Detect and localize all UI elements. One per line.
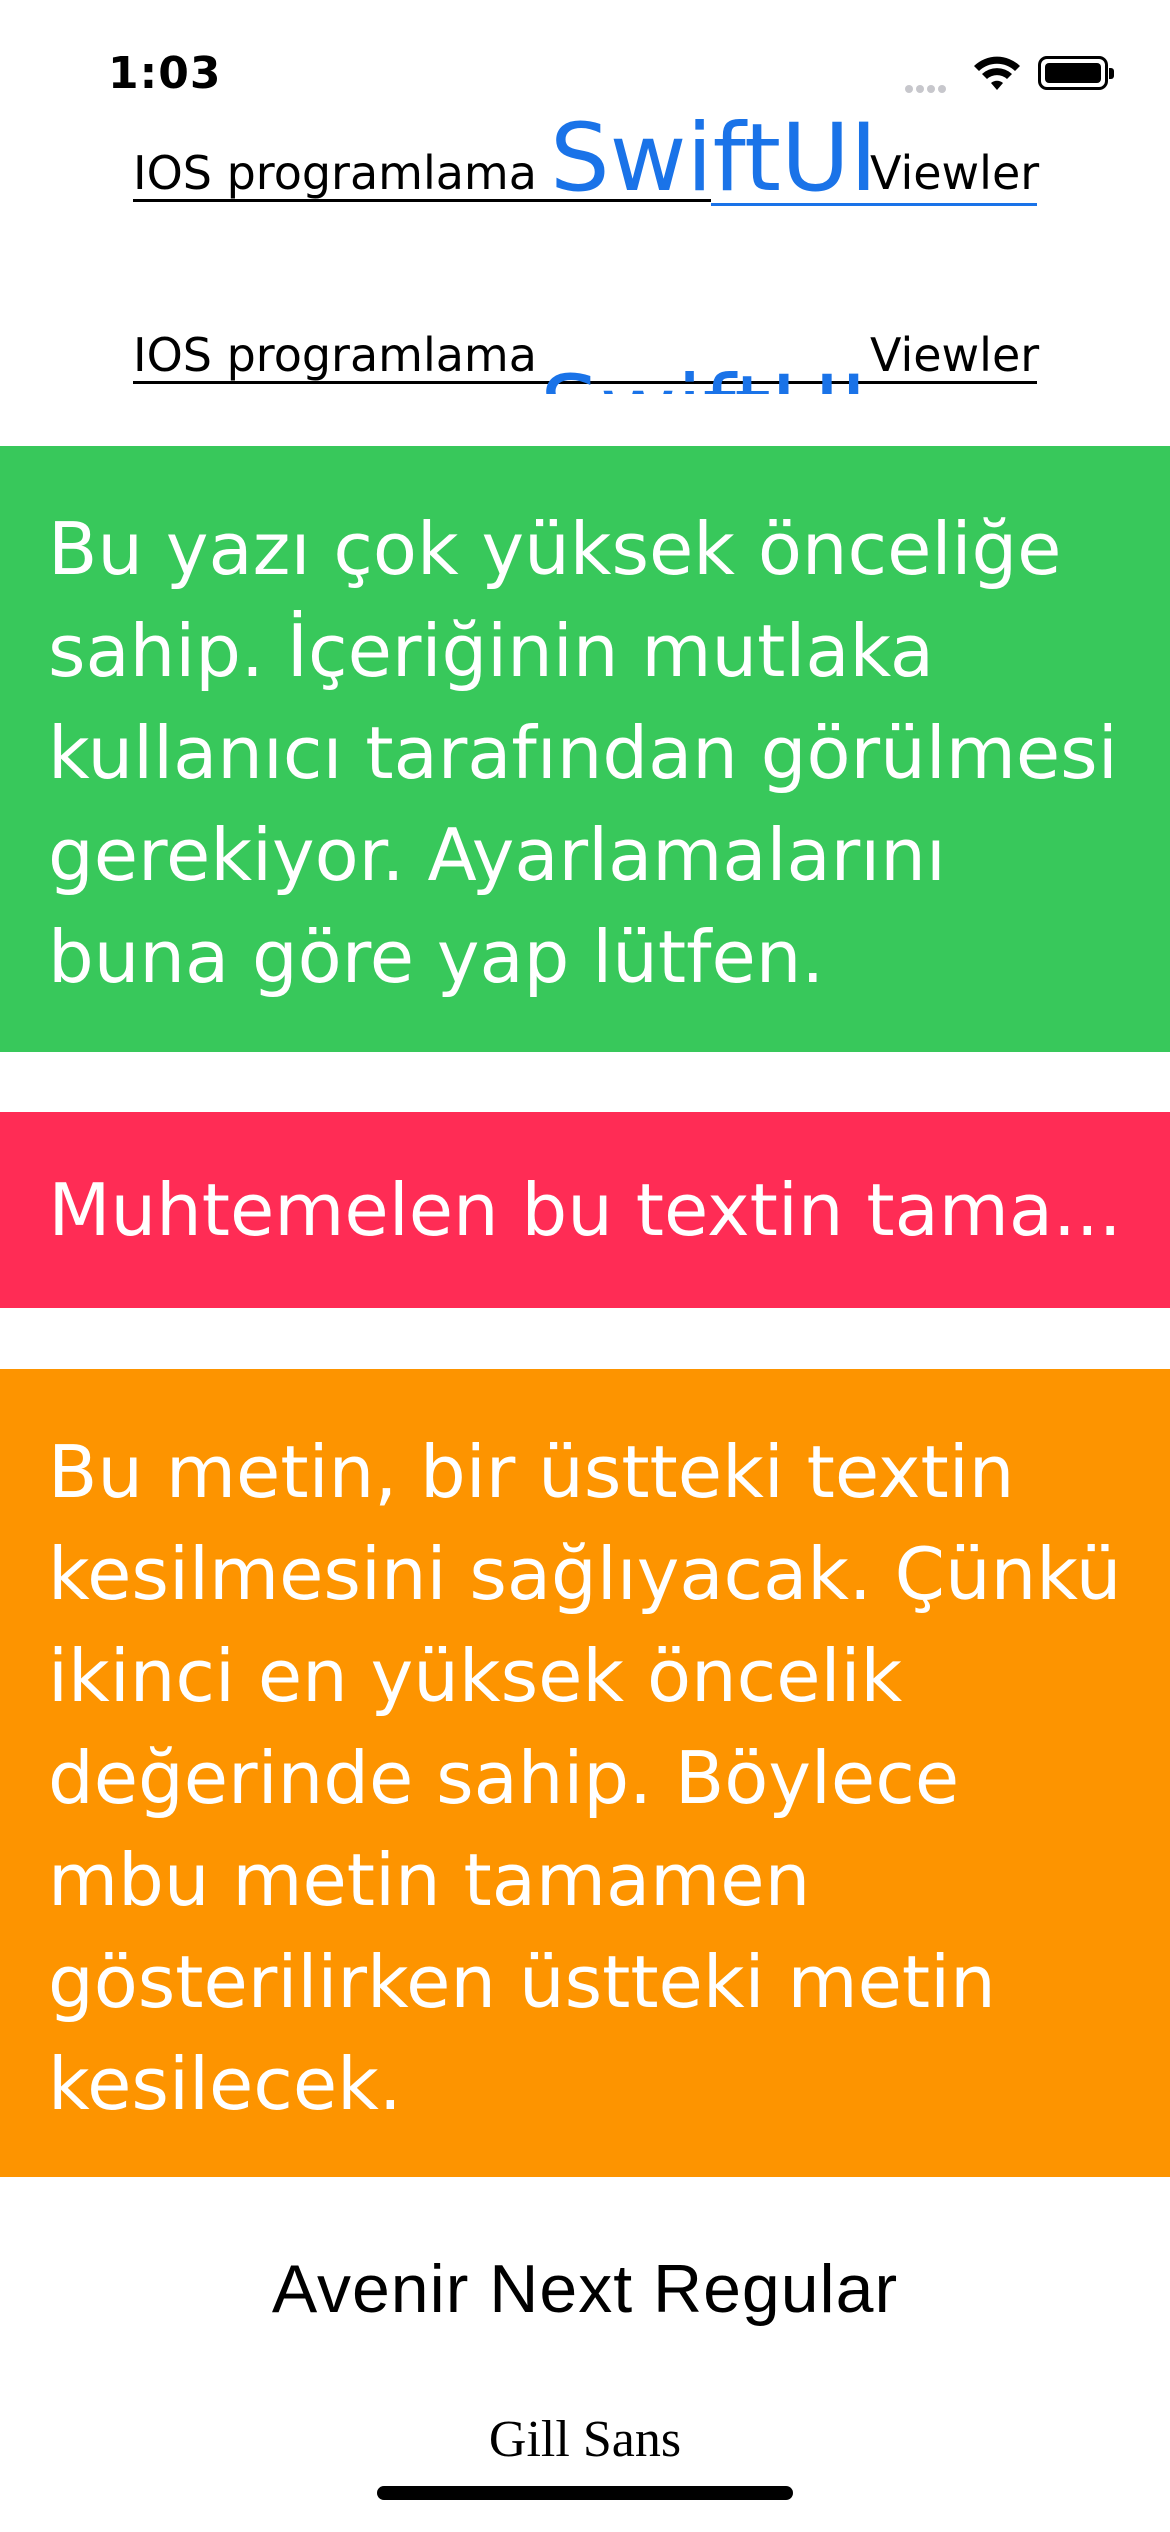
row1-underline-blue [711, 203, 1037, 206]
green-block-text: Bu yazı çok yüksek önceliğe sahip. İçeri… [48, 507, 1118, 999]
row1-left-text: IOS programlama [133, 146, 537, 200]
avenir-label: Avenir Next Regular [271, 2251, 899, 2327]
battery-icon [1038, 56, 1114, 90]
row2-right-text: Viewler [870, 328, 1040, 382]
orange-block-text: Bu metin, bir üstteki textin kesilmesini… [48, 1430, 1122, 2126]
red-truncated-block: Muhtemelen bu textin tama... [0, 1112, 1170, 1308]
row1-right-text: Viewler [870, 146, 1040, 200]
gill-sans-label: Gill Sans [488, 2411, 682, 2468]
row2-center-text: SwiftUI [540, 364, 870, 395]
orange-priority-block: Bu metin, bir üstteki textin kesilmesini… [0, 1369, 1170, 2177]
wifi-icon [974, 56, 1020, 90]
row2-center-clip: SwiftUI [540, 362, 870, 395]
red-block-text: Muhtemelen bu textin tama... [48, 1168, 1122, 1252]
row2-left-text: IOS programlama [133, 328, 537, 382]
home-indicator[interactable] [377, 2486, 793, 2500]
row1-center-text: SwiftUI [550, 104, 878, 213]
status-time: 1:03 [108, 48, 222, 99]
green-priority-block: Bu yazı çok yüksek önceliğe sahip. İçeri… [0, 446, 1170, 1052]
cellular-signal-icon [905, 78, 961, 93]
